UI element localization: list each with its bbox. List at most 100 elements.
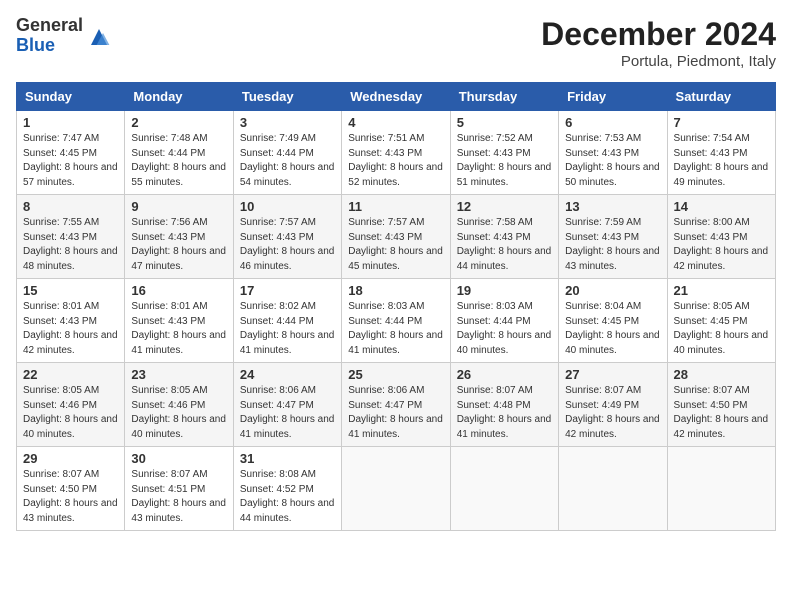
day-cell-18: 18Sunrise: 8:03 AMSunset: 4:44 PMDayligh… [342,279,450,363]
day-cell-14: 14Sunrise: 8:00 AMSunset: 4:43 PMDayligh… [667,195,775,279]
day-info: Sunrise: 8:07 AMSunset: 4:51 PMDaylight:… [131,468,226,526]
day-info: Sunrise: 8:07 AMSunset: 4:50 PMDaylight:… [23,468,118,526]
day-number: 13 [565,199,660,214]
day-info: Sunrise: 8:07 AMSunset: 4:49 PMDaylight:… [565,384,660,442]
day-cell-20: 20 Sunrise: 8:04 AMSunset: 4:45 PMDayligh… [559,279,667,363]
week-row-4: 22 Sunrise: 8:05 AMSunset: 4:46 PMDayligh… [17,363,776,447]
day-cell-9: 9 Sunrise: 7:56 AMSunset: 4:43 PMDaylight… [125,195,233,279]
day-number: 21 [674,283,769,298]
day-number: 26 [457,367,552,382]
day-cell-28: 28 Sunrise: 8:07 AMSunset: 4:50 PMDayligh… [667,363,775,447]
day-cell-7: 7 Sunrise: 7:54 AMSunset: 4:43 PMDaylight… [667,111,775,195]
logo-icon [87,25,111,49]
day-cell-8: 8 Sunrise: 7:55 AMSunset: 4:43 PMDaylight… [17,195,125,279]
week-row-5: 29 Sunrise: 8:07 AMSunset: 4:50 PMDayligh… [17,447,776,531]
day-number: 7 [674,115,769,130]
day-number: 12 [457,199,552,214]
day-info: Sunrise: 8:08 AMSunset: 4:52 PMDaylight:… [240,468,335,526]
empty-cell [342,447,450,531]
day-cell-24: 24 Sunrise: 8:06 AMSunset: 4:47 PMDayligh… [233,363,341,447]
logo-blue: Blue [16,36,83,56]
day-cell-22: 22 Sunrise: 8:05 AMSunset: 4:46 PMDayligh… [17,363,125,447]
day-number: 28 [674,367,769,382]
day-info: Sunrise: 7:59 AMSunset: 4:43 PMDaylight:… [565,216,660,274]
day-number: 11 [348,199,443,214]
weekday-header-row: SundayMondayTuesdayWednesdayThursdayFrid… [17,83,776,111]
day-number: 24 [240,367,335,382]
day-info: Sunrise: 8:04 AMSunset: 4:45 PMDaylight:… [565,300,660,358]
day-number: 30 [131,451,226,466]
day-number: 27 [565,367,660,382]
day-number: 19 [457,283,552,298]
logo: General Blue [16,16,111,56]
day-cell-5: 5 Sunrise: 7:52 AMSunset: 4:43 PMDaylight… [450,111,558,195]
day-cell-31: 31 Sunrise: 8:08 AMSunset: 4:52 PMDayligh… [233,447,341,531]
day-cell-12: 12Sunrise: 7:58 AMSunset: 4:43 PMDayligh… [450,195,558,279]
day-info: Sunrise: 7:57 AMSunset: 4:43 PMDaylight:… [348,216,443,274]
day-cell-11: 11 Sunrise: 7:57 AMSunset: 4:43 PMDayligh… [342,195,450,279]
day-number: 9 [131,199,226,214]
day-info: Sunrise: 7:47 AMSunset: 4:45 PMDaylight:… [23,132,118,190]
day-info: Sunrise: 7:56 AMSunset: 4:43 PMDaylight:… [131,216,226,274]
day-info: Sunrise: 7:55 AMSunset: 4:43 PMDaylight:… [23,216,118,274]
day-cell-23: 23 Sunrise: 8:05 AMSunset: 4:46 PMDayligh… [125,363,233,447]
day-number: 4 [348,115,443,130]
day-number: 20 [565,283,660,298]
day-number: 31 [240,451,335,466]
day-info: Sunrise: 8:01 AMSunset: 4:43 PMDaylight:… [131,300,226,358]
month-title: December 2024 [541,16,776,53]
day-number: 14 [674,199,769,214]
calendar-table: SundayMondayTuesdayWednesdayThursdayFrid… [16,82,776,531]
day-cell-27: 27 Sunrise: 8:07 AMSunset: 4:49 PMDayligh… [559,363,667,447]
day-cell-6: 6 Sunrise: 7:53 AMSunset: 4:43 PMDaylight… [559,111,667,195]
day-number: 8 [23,199,118,214]
weekday-header-thursday: Thursday [450,83,558,111]
weekday-header-sunday: Sunday [17,83,125,111]
empty-cell [450,447,558,531]
day-info: Sunrise: 8:07 AMSunset: 4:50 PMDaylight:… [674,384,769,442]
weekday-header-friday: Friday [559,83,667,111]
day-number: 1 [23,115,118,130]
weekday-header-wednesday: Wednesday [342,83,450,111]
day-number: 16 [131,283,226,298]
day-info: Sunrise: 7:53 AMSunset: 4:43 PMDaylight:… [565,132,660,190]
week-row-3: 15Sunrise: 8:01 AMSunset: 4:43 PMDayligh… [17,279,776,363]
day-info: Sunrise: 7:49 AMSunset: 4:44 PMDaylight:… [240,132,335,190]
empty-cell [559,447,667,531]
day-cell-1: 1 Sunrise: 7:47 AMSunset: 4:45 PMDaylight… [17,111,125,195]
day-info: Sunrise: 8:06 AMSunset: 4:47 PMDaylight:… [240,384,335,442]
weekday-header-monday: Monday [125,83,233,111]
day-cell-26: 26 Sunrise: 8:07 AMSunset: 4:48 PMDayligh… [450,363,558,447]
day-number: 6 [565,115,660,130]
day-number: 23 [131,367,226,382]
day-cell-15: 15Sunrise: 8:01 AMSunset: 4:43 PMDayligh… [17,279,125,363]
day-info: Sunrise: 7:54 AMSunset: 4:43 PMDaylight:… [674,132,769,190]
day-info: Sunrise: 7:57 AMSunset: 4:43 PMDaylight:… [240,216,335,274]
day-number: 3 [240,115,335,130]
day-info: Sunrise: 8:03 AMSunset: 4:44 PMDaylight:… [457,300,552,358]
day-info: Sunrise: 7:52 AMSunset: 4:43 PMDaylight:… [457,132,552,190]
day-cell-30: 30 Sunrise: 8:07 AMSunset: 4:51 PMDayligh… [125,447,233,531]
day-number: 17 [240,283,335,298]
day-info: Sunrise: 7:48 AMSunset: 4:44 PMDaylight:… [131,132,226,190]
day-number: 22 [23,367,118,382]
day-info: Sunrise: 8:05 AMSunset: 4:46 PMDaylight:… [23,384,118,442]
day-number: 10 [240,199,335,214]
week-row-1: 1 Sunrise: 7:47 AMSunset: 4:45 PMDaylight… [17,111,776,195]
day-cell-17: 17Sunrise: 8:02 AMSunset: 4:44 PMDayligh… [233,279,341,363]
day-number: 5 [457,115,552,130]
day-cell-25: 25 Sunrise: 8:06 AMSunset: 4:47 PMDayligh… [342,363,450,447]
day-cell-21: 21Sunrise: 8:05 AMSunset: 4:45 PMDayligh… [667,279,775,363]
day-info: Sunrise: 7:51 AMSunset: 4:43 PMDaylight:… [348,132,443,190]
page-header: General Blue December 2024 Portula, Pied… [16,16,776,70]
week-row-2: 8 Sunrise: 7:55 AMSunset: 4:43 PMDaylight… [17,195,776,279]
day-number: 25 [348,367,443,382]
day-cell-3: 3 Sunrise: 7:49 AMSunset: 4:44 PMDaylight… [233,111,341,195]
day-info: Sunrise: 8:06 AMSunset: 4:47 PMDaylight:… [348,384,443,442]
logo-general: General [16,16,83,36]
day-number: 29 [23,451,118,466]
title-block: December 2024 Portula, Piedmont, Italy [541,16,776,70]
day-info: Sunrise: 8:05 AMSunset: 4:46 PMDaylight:… [131,384,226,442]
day-info: Sunrise: 8:07 AMSunset: 4:48 PMDaylight:… [457,384,552,442]
weekday-header-tuesday: Tuesday [233,83,341,111]
